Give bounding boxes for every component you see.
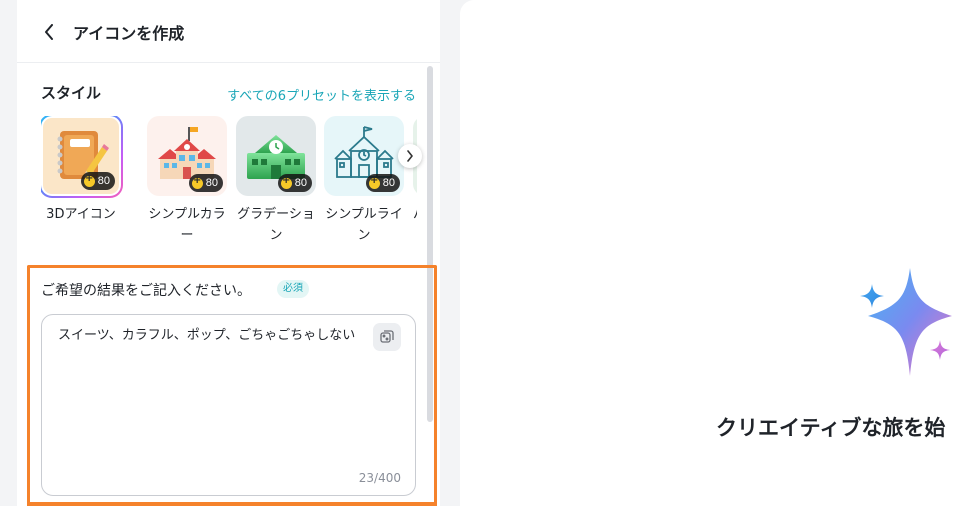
style-thumb: 80 (236, 116, 316, 196)
style-name: グラデーション (237, 207, 315, 243)
cost-badge: 80 (277, 174, 312, 192)
header-divider (17, 62, 440, 63)
coin-icon (83, 173, 95, 187)
style-card-simple-color[interactable]: 80 シンプルカラー (147, 116, 227, 246)
selected-frame: 80 (41, 116, 123, 198)
back-button[interactable] (39, 18, 59, 46)
chevron-left-icon (45, 24, 53, 40)
style-name: 3Dアイコン (46, 207, 116, 222)
cost-value: 80 (382, 177, 395, 189)
required-badge: 必須 (277, 280, 309, 298)
style-carousel: 80 3Dアイコン (41, 116, 417, 246)
cost-value: 80 (294, 177, 307, 189)
coin-icon (191, 175, 203, 189)
preview-panel: クリエイティブな旅を始 (460, 0, 960, 506)
preview-message: クリエイティブな旅を始 (716, 416, 946, 440)
cost-value: 80 (97, 175, 110, 187)
style-card-gradient[interactable]: 80 グラデーション (236, 116, 316, 246)
cost-badge: 80 (188, 174, 223, 192)
carousel-next-button[interactable] (398, 144, 422, 168)
dice-icon (380, 330, 394, 343)
left-panel: アイコンを作成 スタイル すべての6プリセットを表示する + 80 3Dアイコン… (17, 0, 440, 506)
style-card-3d-icon[interactable]: 80 3Dアイコン (41, 116, 123, 225)
view-all-presets-link[interactable]: すべての6プリセットを表示する (227, 85, 416, 104)
style-name: シンプルライン (325, 207, 403, 243)
style-name: シンプルカラー (148, 207, 226, 243)
style-card-puzzle[interactable]: パズ (413, 116, 417, 225)
chevron-right-icon (407, 150, 413, 162)
style-name: パズ (413, 204, 417, 225)
style-label: スタイル (41, 84, 102, 102)
style-thumb: 80 (324, 116, 404, 196)
style-card-simple-line[interactable]: 80 シンプルライン (324, 116, 404, 246)
cost-badge: 80 (80, 172, 115, 190)
description-textarea[interactable]: スイーツ、カラフル、ポップ、ごちゃごちゃしない 23/400 (41, 314, 416, 496)
highlight-outline-bottom (27, 502, 437, 506)
cost-value: 80 (205, 177, 218, 189)
sparkle-icon (860, 268, 952, 376)
header: アイコンを作成 (39, 18, 184, 46)
page-title: アイコンを作成 (73, 24, 185, 43)
coin-icon (368, 175, 380, 189)
cost-badge: 80 (365, 174, 400, 192)
char-count: 23/400 (358, 471, 401, 485)
style-thumb: 80 (43, 118, 119, 194)
coin-icon (280, 175, 292, 189)
style-thumb: 80 (147, 116, 227, 196)
description-value[interactable]: スイーツ、カラフル、ポップ、ごちゃごちゃしない (58, 325, 358, 346)
description-label: ご希望の結果をご記入ください。 (41, 283, 251, 299)
random-prompt-button[interactable] (373, 323, 401, 351)
